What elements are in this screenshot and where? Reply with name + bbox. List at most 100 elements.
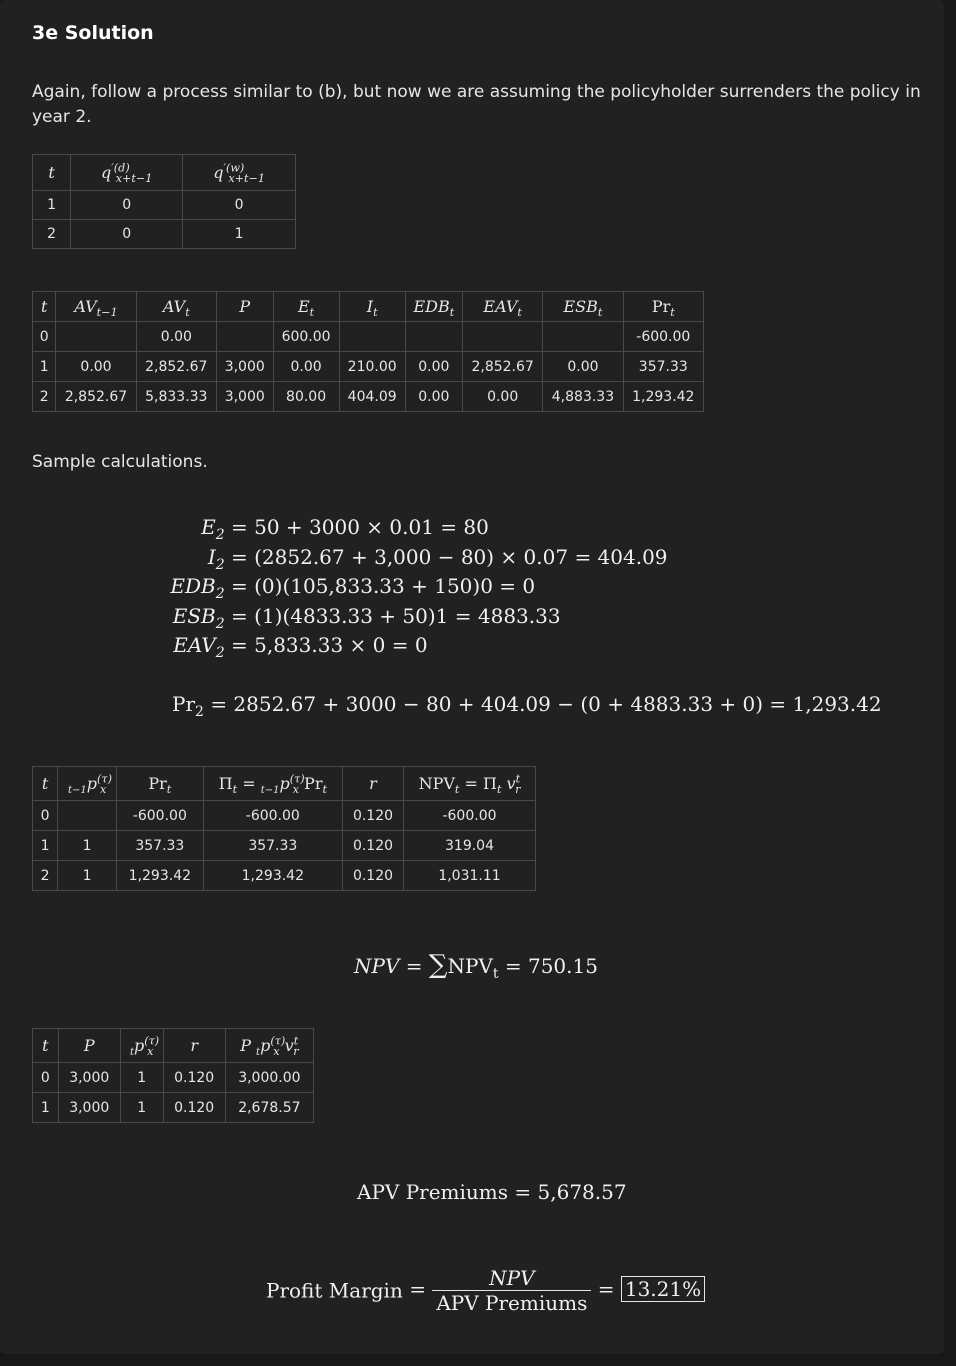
table-cell: 0.120 (342, 830, 404, 861)
eq-eav2: EAV2 = 5,833.33 × 0 = 0 (173, 633, 428, 661)
table-cell (55, 321, 137, 352)
col-t: t (31, 154, 72, 191)
eq-e2: E2 = 50 + 3000 × 0.01 = 80 (201, 515, 489, 543)
table-cell: 2,852.67 (55, 381, 137, 412)
col-survival: t−1p(τ)x (57, 766, 118, 801)
table-cell: 319.04 (403, 830, 536, 861)
col-av-prev: AVt−1 (55, 291, 137, 322)
table-row: 1 1 357.33 357.33 0.120 319.04 (31, 830, 536, 861)
table-cell (542, 321, 624, 352)
eq-edb2: EDB2 = (0)(105,833.33 + 150)0 = 0 (170, 574, 536, 602)
table-cell (57, 800, 118, 831)
table-cell: 0.120 (162, 1092, 226, 1123)
table-row: 1 3,000 1 0.120 2,678.57 (32, 1092, 315, 1123)
table-cell: 2 (31, 219, 72, 249)
table-cell: 0 (70, 190, 184, 220)
table-cell: 0 (31, 800, 59, 831)
col-av: AVt (135, 291, 217, 322)
table-row: 100 (31, 190, 296, 220)
table-cell: -600.00 (622, 321, 705, 352)
table-cell: 1,293.42 (202, 860, 344, 891)
col-r: r (162, 1028, 226, 1063)
table-cell (461, 321, 544, 352)
table-cell: 0.00 (404, 351, 464, 382)
table-cell: 3,000 (215, 351, 274, 382)
npv-formula: NPV = ∑NPVt = 750.15 (354, 950, 598, 982)
table-cell (338, 321, 406, 352)
table-row: 0 3,000 1 0.120 3,000.00 (32, 1062, 315, 1093)
col-eav: EAVt (461, 291, 544, 322)
col-edb: EDBt (404, 291, 464, 322)
col-i: It (338, 291, 406, 322)
table-cell (215, 321, 274, 352)
table-cell: 1 (182, 219, 296, 249)
decrement-table: t q′(d)x+t−1 q′(w)x+t−1 100201 (31, 154, 296, 249)
table-cell: 5,833.33 (135, 381, 217, 412)
table-cell: 1 (31, 830, 59, 861)
table-row: 0 0.00 600.00 -600.00 (31, 321, 705, 352)
table-cell: 4,883.33 (542, 381, 624, 412)
table-cell: 2 (31, 381, 57, 412)
table-cell: 357.33 (202, 830, 344, 861)
eq-esb2: ESB2 = (1)(4833.33 + 50)1 = 4883.33 (172, 604, 561, 632)
table-cell: 2,678.57 (224, 1092, 315, 1123)
table-cell: 0.00 (272, 351, 340, 382)
col-qw: q′(w)x+t−1 (182, 154, 296, 191)
table-cell: 0.120 (342, 860, 404, 891)
col-pv: P tp(τ)x vtr (224, 1028, 315, 1063)
col-esb: ESBt (542, 291, 624, 322)
table-cell: 2,852.67 (461, 351, 544, 382)
col-r: r (342, 766, 404, 801)
eq-pr2: Pr2 = 2852.67 + 3000 − 80 + 404.09 − (0 … (172, 692, 882, 720)
table-cell: 2 (31, 860, 59, 891)
col-pi: Πt = t−1p(τ)x Prt (202, 766, 344, 801)
table-cell: 80.00 (272, 381, 340, 412)
table-cell: 1 (31, 351, 57, 382)
col-pr: Prt (116, 766, 204, 801)
eq-i2: I2 = (2852.67 + 3,000 − 80) × 0.07 = 404… (207, 545, 668, 573)
col-survival: tp(τ)x (119, 1028, 164, 1063)
profit-margin-formula: Profit Margin = NPV APV Premiums = 13.21… (266, 1266, 706, 1315)
table-cell: 1,293.42 (622, 381, 705, 412)
table-cell: -600.00 (403, 800, 536, 831)
col-pr: Prt (622, 291, 705, 322)
table-cell: 0 (70, 219, 184, 249)
table-cell: 0.00 (135, 321, 217, 352)
table-cell: 0.00 (55, 351, 137, 382)
table-cell: 1 (119, 1062, 164, 1093)
table-cell: 0.00 (542, 351, 624, 382)
profit-margin-result: 13.21% (620, 1276, 706, 1302)
table-cell: 0 (182, 190, 296, 220)
table-cell: 1 (119, 1092, 164, 1123)
sample-calc-label: Sample calculations. (32, 452, 208, 472)
intro-text: Again, follow a process similar to (b), … (32, 82, 921, 127)
table-cell: 1 (32, 1092, 59, 1123)
col-t: t (32, 1028, 59, 1063)
col-e: Et (272, 291, 340, 322)
premium-table: t P tp(τ)x r P tp(τ)x vtr 0 3,000 1 0.120 3,… (32, 1028, 315, 1123)
projection-table: t AVt−1 AVt P Et It EDBt EAVt ESBt Prt 0… (31, 291, 705, 412)
table-cell: 404.09 (338, 381, 406, 412)
page-title: 3e Solution (32, 22, 154, 44)
table-cell: -600.00 (116, 800, 204, 831)
table-row: 201 (31, 219, 296, 249)
col-qd: q′(d)x+t−1 (70, 154, 184, 191)
table-cell: 1 (57, 830, 118, 861)
table-cell: 0.00 (461, 381, 544, 412)
table-row: 2 1 1,293.42 1,293.42 0.120 1,031.11 (31, 860, 536, 891)
table-cell: 1,031.11 (403, 860, 536, 891)
table-row: 1 0.00 2,852.67 3,000 0.00 210.00 0.00 2,852.67… (31, 351, 705, 382)
table-cell: -600.00 (202, 800, 344, 831)
table-cell: 1 (57, 860, 118, 891)
col-p: P (215, 291, 274, 322)
table-cell (404, 321, 464, 352)
apv-premiums-formula: APV Premiums = 5,678.57 (357, 1180, 627, 1204)
profit-margin-fraction: NPV APV Premiums (432, 1266, 592, 1315)
profit-vector-table: t t−1p(τ)x Prt Πt = t−1p(τ)x Prt r NPVt … (31, 766, 536, 891)
table-cell: 600.00 (272, 321, 340, 352)
table-cell: 0.00 (404, 381, 464, 412)
table-cell: 357.33 (622, 351, 705, 382)
table-cell: 2,852.67 (135, 351, 217, 382)
table-cell: 1 (31, 190, 72, 220)
table-cell: 0 (31, 321, 57, 352)
